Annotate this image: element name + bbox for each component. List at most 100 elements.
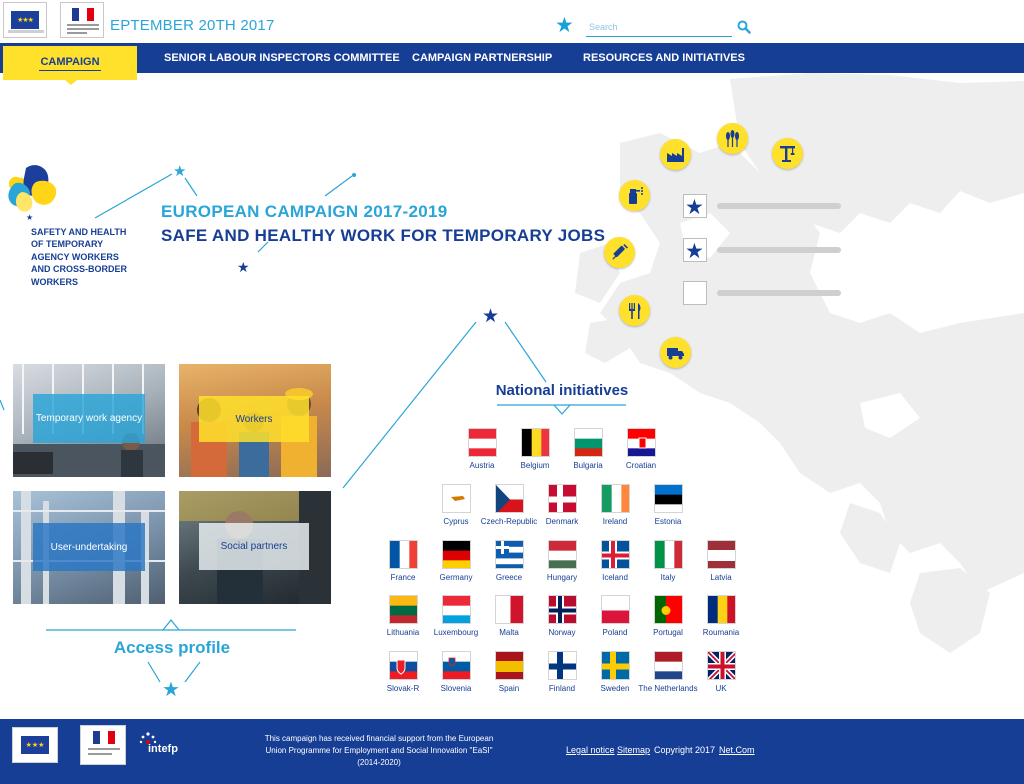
flag-icon	[443, 541, 470, 568]
top-header: ★★★ EPTEMBER 20TH 2017 ★	[0, 0, 1024, 43]
country-croatian[interactable]: Croatian	[613, 428, 669, 476]
flag-icon	[496, 541, 523, 568]
flag-icon	[443, 652, 470, 679]
flag-image	[442, 540, 471, 569]
legal-notice-link[interactable]: Legal notice	[566, 745, 615, 755]
flag-image	[654, 595, 683, 624]
country-roumania[interactable]: Roumania	[693, 595, 749, 643]
flag-image	[574, 428, 603, 457]
star-icon: ★	[555, 14, 574, 37]
footer-eu-logo[interactable]: ★★★	[12, 727, 58, 763]
flag-icon	[708, 652, 735, 679]
agriculture-badge[interactable]	[717, 123, 748, 154]
profile-tile-temporary-work-agency[interactable]: Temporary work agency	[13, 364, 165, 477]
flag-image	[707, 540, 736, 569]
flag-icon	[708, 596, 735, 623]
eu-stars-icon: ★★★	[21, 736, 49, 754]
flag-image	[442, 595, 471, 624]
flag-image	[495, 651, 524, 680]
search-box	[586, 17, 732, 37]
funding-line: This campaign has received financial sup…	[264, 734, 494, 743]
flag-icon	[602, 541, 629, 568]
flag-image	[627, 428, 656, 457]
wheat-icon	[726, 130, 739, 147]
nav-campaign-label: CAMPAIGN	[40, 56, 100, 68]
checkbox-unchecked[interactable]	[683, 281, 707, 305]
flag-image	[601, 651, 630, 680]
hospitality-badge[interactable]	[619, 295, 650, 326]
access-profile-title: Access profile	[113, 638, 231, 657]
country-name: Croatian	[625, 461, 657, 470]
eu-stars-icon: ★★★	[11, 11, 39, 29]
checkbox-checked[interactable]: ★	[683, 194, 707, 218]
country-name: Estonia	[654, 517, 682, 526]
eu-commission-logo[interactable]: ★★★	[3, 2, 47, 38]
flag-image	[601, 540, 630, 569]
country-name: UK	[715, 684, 727, 693]
crane-icon	[780, 146, 795, 162]
flag-image	[548, 595, 577, 624]
checklist-line	[717, 247, 841, 253]
healthcare-badge[interactable]	[604, 237, 635, 268]
svg-text:★: ★	[482, 305, 499, 327]
french-flag-icon	[93, 731, 115, 744]
flag-image	[389, 595, 418, 624]
flag-icon	[708, 541, 735, 568]
profile-tile-label: Workers	[199, 396, 309, 442]
checklist-item: ★	[683, 194, 843, 218]
nav-campaign-partnership[interactable]: CAMPAIGN PARTNERSHIP	[412, 43, 552, 73]
search-icon[interactable]	[737, 20, 751, 34]
french-flag-icon	[72, 8, 94, 21]
footer-french-ministry-logo[interactable]	[80, 725, 126, 765]
flag-image	[548, 651, 577, 680]
flag-icon	[549, 541, 576, 568]
construction-badge[interactable]	[772, 138, 803, 169]
flag-image	[601, 484, 630, 513]
flag-icon	[549, 596, 576, 623]
country-estonia[interactable]: Estonia	[640, 484, 696, 532]
checkbox-checked[interactable]: ★	[683, 238, 707, 262]
campaign-title-years: EUROPEAN CAMPAIGN 2017-2019	[161, 202, 448, 221]
country-uk[interactable]: UK	[693, 651, 749, 699]
french-ministry-logo[interactable]	[60, 2, 104, 38]
factory-badge[interactable]	[660, 139, 691, 170]
factory-icon	[667, 148, 684, 162]
flag-icon	[655, 652, 682, 679]
flag-image	[389, 651, 418, 680]
flag-image	[548, 540, 577, 569]
country-latvia[interactable]: Latvia	[693, 540, 749, 588]
flag-icon	[655, 596, 682, 623]
nav-campaign[interactable]: CAMPAIGN	[3, 46, 137, 85]
svg-text:★: ★	[685, 196, 704, 216]
sitemap-link[interactable]: Sitemap	[617, 745, 650, 755]
star-icon: ★	[685, 240, 704, 260]
profile-tile-workers[interactable]: Workers	[179, 364, 331, 477]
flag-image	[707, 595, 736, 624]
checklist-line	[717, 203, 841, 209]
funding-notice: This campaign has received financial sup…	[258, 733, 500, 769]
profile-tile-user-undertaking[interactable]: User-undertaking	[13, 491, 165, 604]
cutlery-icon	[629, 303, 641, 319]
netcom-link[interactable]: Net.Com	[719, 745, 755, 755]
flag-icon	[602, 485, 629, 512]
funding-line: (2014-2020)	[357, 758, 401, 767]
svg-text:★: ★	[237, 260, 250, 276]
flag-icon	[522, 429, 549, 456]
nav-senior-labour-inspectors[interactable]: SENIOR LABOUR INSPECTORS COMMITTEE	[164, 43, 400, 73]
nav-resources-initiatives[interactable]: RESOURCES AND INITIATIVES	[583, 43, 745, 73]
truck-icon	[667, 348, 684, 360]
flag-image	[521, 428, 550, 457]
syringe-icon	[612, 244, 628, 260]
flag-icon	[655, 541, 682, 568]
flag-icon	[628, 429, 655, 456]
flag-icon	[602, 652, 629, 679]
search-input[interactable]	[586, 18, 732, 36]
copyright-text: Copyright 2017	[654, 745, 716, 755]
flag-image	[442, 651, 471, 680]
transport-badge[interactable]	[660, 337, 691, 368]
profile-tile-social-partners[interactable]: Social partners	[179, 491, 331, 604]
flag-icon	[602, 596, 629, 623]
flag-image	[389, 540, 418, 569]
flag-icon	[469, 429, 496, 456]
cleaning-badge[interactable]	[619, 180, 650, 211]
